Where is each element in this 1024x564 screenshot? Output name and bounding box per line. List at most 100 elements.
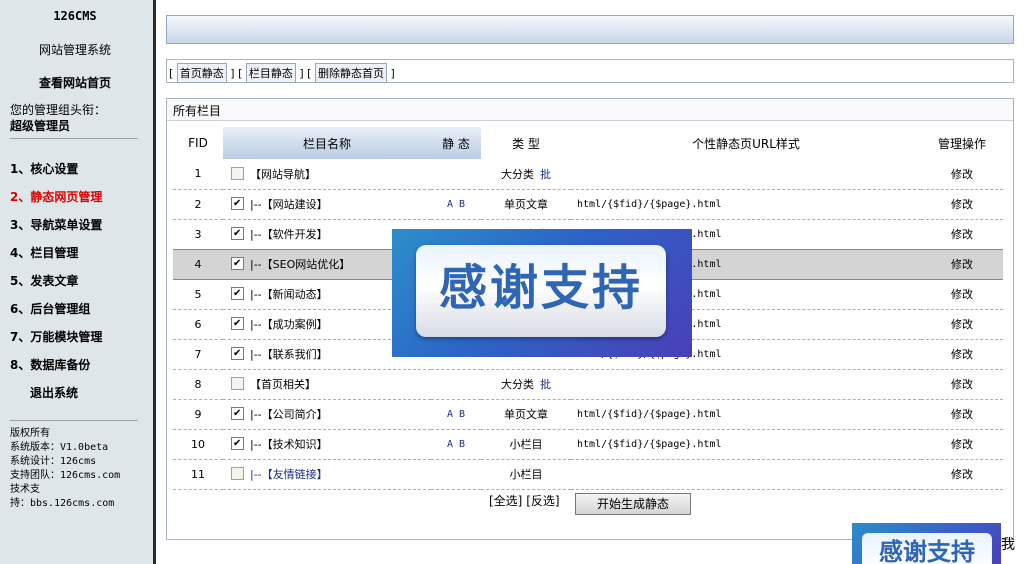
- thanks-banner-text: 感谢支持: [416, 245, 666, 337]
- sidebar-menu-item[interactable]: 5、发表文章: [10, 272, 78, 289]
- row-checkbox[interactable]: [231, 197, 244, 210]
- sidebar: 126CMS 网站管理系统 查看网站首页 您的管理组头衔： 超级管理员 1、核心…: [0, 0, 156, 564]
- sidebar-menu-item[interactable]: 2、静态网页管理: [10, 188, 102, 205]
- row-type: 大分类: [501, 378, 534, 391]
- sidebar-menu-item[interactable]: 8、数据库备份: [10, 356, 90, 373]
- column-static-button[interactable]: 栏目静态: [245, 63, 296, 83]
- delete-home-static-button[interactable]: 删除静态首页: [314, 63, 387, 83]
- table-row: 1 【网站导航】 大分类批 修改: [173, 159, 1003, 190]
- row-static-links[interactable]: A B: [431, 429, 481, 460]
- sidebar-divider: [10, 138, 138, 139]
- row-name-cell: |--【友情链接】: [223, 459, 431, 490]
- row-name-cell: |--【网站建设】: [223, 189, 431, 220]
- row-edit-link[interactable]: 修改: [921, 248, 1003, 280]
- row-batch-link[interactable]: 批: [540, 378, 551, 391]
- row-url-style: html/{$fid}/{$page}.html: [571, 429, 921, 460]
- row-name-cell: 【首页相关】: [223, 369, 431, 400]
- table-row: 2 |--【网站建设】 A B 单页文章 html/{$fid}/{$page}.htm…: [173, 189, 1003, 220]
- row-static-links[interactable]: [431, 459, 481, 490]
- row-name[interactable]: |--【友情链接】: [250, 468, 328, 481]
- sidebar-menu-item[interactable]: 1、核心设置: [10, 160, 78, 177]
- app-subtitle: 网站管理系统: [38, 43, 111, 57]
- row-edit-link[interactable]: 修改: [921, 399, 1003, 430]
- row-edit-link[interactable]: 修改: [921, 279, 1003, 310]
- row-static-links[interactable]: [431, 159, 481, 190]
- row-edit-link[interactable]: 修改: [921, 159, 1003, 190]
- system-info-line: 版权所有: [10, 428, 50, 439]
- corner-text: 我: [1001, 537, 1015, 553]
- generate-static-button[interactable]: 开始生成静态: [575, 493, 691, 515]
- row-batch-link[interactable]: 批: [540, 168, 551, 181]
- row-url-style: [571, 369, 921, 400]
- row-type: 小栏目: [509, 468, 543, 481]
- table-row: 9 |--【公司简介】 A B 单页文章 html/{$fid}/{$page}.htm…: [173, 399, 1003, 430]
- view-home-link[interactable]: 查看网站首页: [0, 74, 150, 91]
- thanks-banner: 感谢支持: [392, 229, 692, 357]
- row-fid: 3: [173, 219, 223, 250]
- row-checkbox[interactable]: [231, 467, 244, 480]
- sidebar-menu-item[interactable]: 4、栏目管理: [10, 244, 78, 261]
- row-url-style: [571, 159, 921, 190]
- row-type-cell: 单页文章: [481, 189, 571, 220]
- row-static-links[interactable]: A B: [431, 189, 481, 220]
- row-type-cell: 小栏目: [481, 459, 571, 490]
- row-checkbox[interactable]: [231, 347, 244, 360]
- row-url-style: html/{$fid}/{$page}.html: [571, 189, 921, 220]
- row-checkbox[interactable]: [231, 407, 244, 420]
- row-name: |--【软件开发】: [250, 228, 328, 241]
- row-checkbox[interactable]: [231, 227, 244, 240]
- invert-selection-link[interactable]: [反选]: [526, 494, 559, 508]
- row-edit-link[interactable]: 修改: [921, 339, 1003, 370]
- row-static-links[interactable]: A B: [431, 399, 481, 430]
- row-fid: 5: [173, 279, 223, 310]
- static-action-bar: [ 首页静态 ] [ 栏目静态 ] [ 删除静态首页 ]: [166, 59, 1014, 83]
- row-url-style: html/{$fid}/{$page}.html: [571, 399, 921, 430]
- row-checkbox[interactable]: [231, 317, 244, 330]
- table-header-row: FID 栏目名称 静 态 类 型 个性静态页URL样式 管理操作: [173, 127, 1003, 159]
- app-title: 126CMS: [53, 9, 97, 23]
- row-edit-link[interactable]: 修改: [921, 369, 1003, 400]
- row-fid: 10: [173, 429, 223, 460]
- selection-actions: [全选] [反选]: [489, 492, 560, 509]
- row-edit-link[interactable]: 修改: [921, 309, 1003, 340]
- thanks-badge[interactable]: 感谢支持: [852, 523, 1001, 564]
- select-all-link[interactable]: [全选]: [489, 494, 522, 508]
- row-name: |--【新闻动态】: [250, 288, 328, 301]
- row-type-cell: 大分类批: [481, 159, 571, 190]
- row-checkbox[interactable]: [231, 287, 244, 300]
- home-static-button[interactable]: 首页静态: [176, 63, 227, 83]
- row-type-cell: 小栏目: [481, 429, 571, 460]
- row-checkbox[interactable]: [231, 257, 244, 270]
- row-name: |--【公司简介】: [250, 408, 328, 421]
- row-edit-link[interactable]: 修改: [921, 219, 1003, 250]
- row-name: 【网站导航】: [250, 167, 316, 181]
- row-checkbox[interactable]: [231, 377, 244, 390]
- row-static-links[interactable]: [431, 369, 481, 400]
- row-name: |--【网站建设】: [250, 198, 328, 211]
- sidebar-menu-item[interactable]: 3、导航菜单设置: [10, 216, 102, 233]
- sidebar-menu-item[interactable]: 6、后台管理组: [10, 300, 90, 317]
- row-fid: 11: [173, 459, 223, 490]
- row-url-style: [571, 459, 921, 490]
- row-type: 大分类: [501, 167, 534, 181]
- row-edit-link[interactable]: 修改: [921, 459, 1003, 490]
- admin-group-value: 超级管理员: [10, 119, 71, 133]
- header-name: 栏目名称: [223, 127, 431, 159]
- row-name: |--【联系我们】: [250, 348, 328, 361]
- row-fid: 2: [173, 189, 223, 220]
- system-info-line: 持：bbs.126cms.com: [10, 498, 115, 509]
- row-name: |--【技术知识】: [250, 438, 328, 451]
- row-fid: 8: [173, 369, 223, 400]
- row-checkbox[interactable]: [231, 437, 244, 450]
- row-type: 单页文章: [504, 198, 548, 211]
- logout-link[interactable]: 退出系统: [30, 384, 78, 401]
- row-fid: 1: [173, 159, 223, 190]
- row-edit-link[interactable]: 修改: [921, 429, 1003, 460]
- sidebar-menu-item[interactable]: 7、万能模块管理: [10, 328, 102, 345]
- row-edit-link[interactable]: 修改: [921, 189, 1003, 220]
- row-type-cell: 单页文章: [481, 399, 571, 430]
- header-url-style: 个性静态页URL样式: [692, 136, 800, 151]
- row-checkbox[interactable]: [231, 166, 244, 180]
- top-header-bar: [166, 15, 1014, 44]
- header-operation: 管理操作: [937, 136, 986, 151]
